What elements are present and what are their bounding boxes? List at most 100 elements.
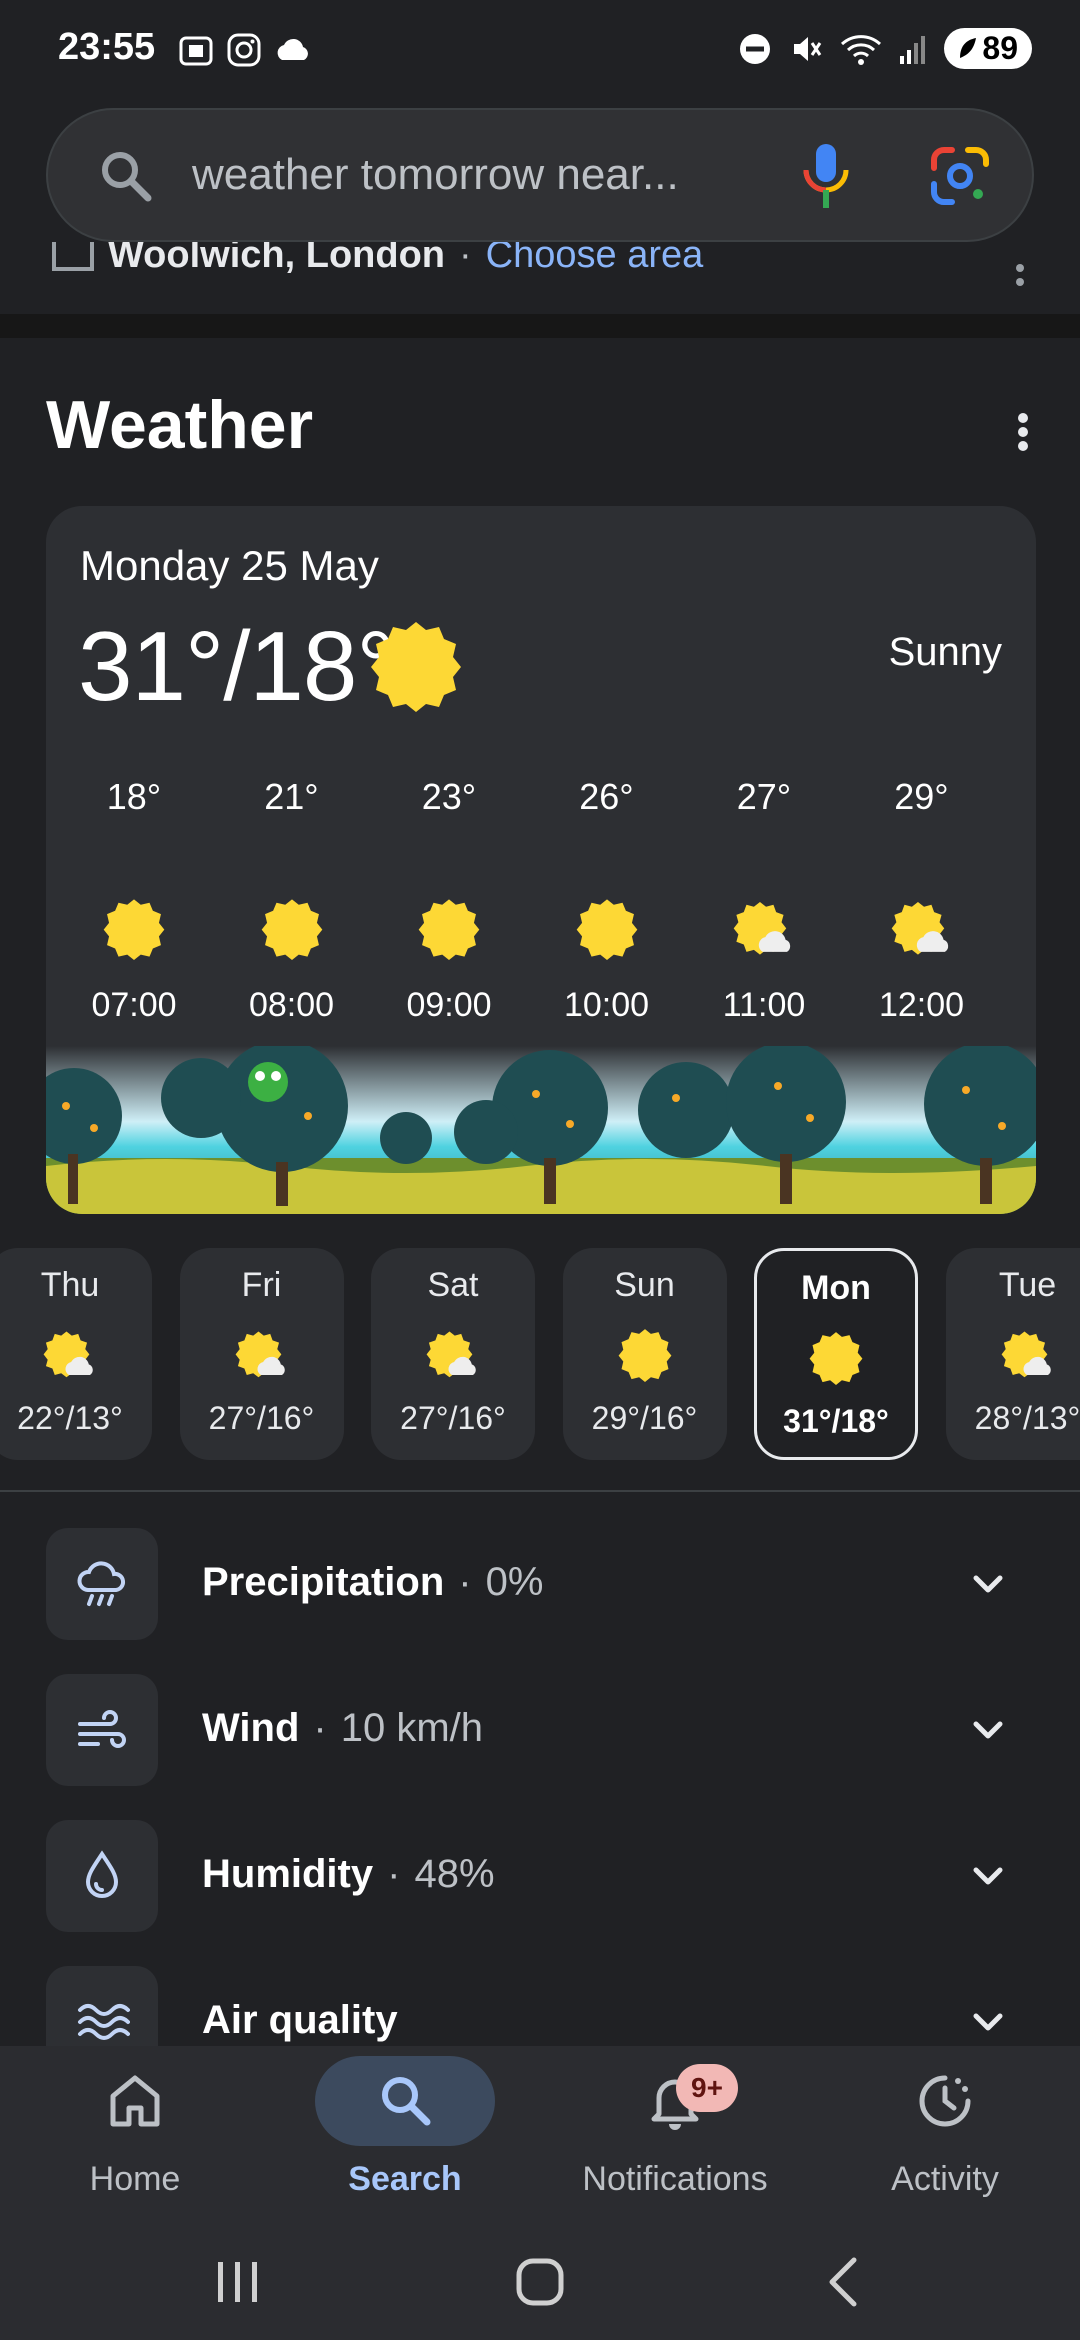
detail-separator: ·: [458, 1560, 472, 1604]
nav-home-label: Home: [89, 2160, 181, 2198]
location-separator: ·: [459, 242, 472, 276]
screenshot-icon: [179, 36, 213, 66]
sun-cloud-icon: [180, 1328, 344, 1382]
hourly-temp: 29°: [894, 776, 949, 817]
day-card-tue[interactable]: Tue 28°/13°: [945, 1248, 1080, 1460]
location-more-icon[interactable]: [1014, 260, 1026, 295]
daily-divider: [0, 1490, 1080, 1492]
detail-label: Humidity: [202, 1852, 374, 1896]
weather-illustration: [46, 1040, 1036, 1214]
rain-cloud-icon: [46, 1528, 158, 1640]
home-icon: [0, 2070, 270, 2132]
chevron-down-icon[interactable]: [968, 1856, 1008, 1901]
nav-notifications-label: Notifications: [582, 2160, 768, 2198]
detail-value: 10 km/h: [340, 1706, 484, 1750]
hourly-time: 10:00: [563, 986, 650, 1024]
sun-cloud-icon: [694, 898, 834, 960]
chevron-down-icon[interactable]: [968, 1710, 1008, 1755]
day-card-sun[interactable]: Sun 29°/16°: [562, 1248, 727, 1460]
hourly-item[interactable]: 23° 09:00: [379, 506, 519, 1046]
search-input[interactable]: weather tomorrow near...: [192, 150, 679, 200]
home-button-icon[interactable]: [510, 2252, 570, 2317]
weather-heading: Weather: [46, 387, 314, 463]
sun-icon: [222, 898, 362, 960]
day-card-mon[interactable]: Mon 31°/18°: [754, 1248, 918, 1460]
day-name: Mon: [801, 1269, 871, 1307]
sun-icon: [563, 1328, 727, 1382]
search-bar[interactable]: weather tomorrow near...: [46, 108, 1034, 242]
search-icon: [270, 2070, 540, 2132]
dnd-icon: [740, 33, 771, 64]
hourly-time: 09:00: [406, 986, 492, 1024]
day-card-thu[interactable]: Thu 22°/13°: [0, 1248, 152, 1460]
nav-notifications[interactable]: Notifications: [540, 2046, 810, 2246]
recent-apps-icon[interactable]: [212, 2252, 264, 2317]
status-bar: 23:55 89: [0, 0, 1080, 100]
battery-indicator: 89: [944, 28, 1032, 69]
search-icon: [98, 148, 154, 209]
hourly-temp: 21°: [264, 776, 319, 817]
day-name: Fri: [241, 1266, 282, 1304]
hourly-time: 12:00: [878, 986, 965, 1024]
day-card-sat[interactable]: Sat 27°/16°: [371, 1248, 535, 1460]
nav-home[interactable]: Home: [0, 2046, 270, 2246]
detail-row-wind[interactable]: Wind · 10 km/h: [0, 1674, 1080, 1788]
droplet-icon: [46, 1820, 158, 1932]
signal-icon: [900, 35, 926, 64]
section-divider: [0, 314, 1080, 338]
google-lens-icon[interactable]: [928, 144, 992, 213]
sun-cloud-icon: [371, 1328, 535, 1382]
detail-label: Precipitation: [202, 1560, 445, 1604]
hourly-item[interactable]: 29° 12:00: [852, 506, 992, 1046]
wifi-icon: [841, 34, 882, 65]
hourly-temp: 23°: [421, 776, 477, 817]
hourly-item[interactable]: 21° 08:00: [222, 506, 362, 1046]
day-card-fri[interactable]: Fri 27°/16°: [179, 1248, 344, 1460]
nav-activity[interactable]: Activity: [810, 2046, 1080, 2246]
day-temp-range: 22°/13°: [17, 1400, 123, 1436]
day-temp-range: 27°/16°: [400, 1400, 506, 1436]
hourly-time: 08:00: [248, 986, 335, 1024]
day-temp-range: 28°/13°: [974, 1400, 1080, 1436]
day-name: Tue: [998, 1266, 1057, 1304]
hourly-item[interactable]: 26° 10:00: [537, 506, 677, 1046]
day-name: Sat: [427, 1266, 479, 1304]
hourly-time: 07:00: [91, 986, 177, 1024]
day-temp-range: 29°/16°: [591, 1400, 698, 1436]
activity-icon: [810, 2070, 1080, 2132]
notification-badge: 9+: [676, 2064, 738, 2112]
hourly-item[interactable]: 18° 07:00: [64, 506, 204, 1046]
detail-separator: ·: [387, 1852, 401, 1896]
back-icon[interactable]: [818, 2252, 868, 2317]
nav-search[interactable]: Search: [270, 2046, 540, 2246]
chevron-down-icon[interactable]: [968, 2002, 1008, 2047]
daily-forecast[interactable]: Thu 22°/13° Fri 27°/16° Sat 27°/16° Sun 29°/16°…: [0, 1248, 1080, 1464]
wind-icon: [46, 1674, 158, 1786]
weather-cloud-icon: [277, 38, 308, 60]
location-name: Woolwich, London: [108, 242, 446, 276]
hourly-temp: 18°: [106, 776, 162, 817]
hourly-temp: 26°: [579, 776, 634, 817]
hourly-item[interactable]: 27° 11:00: [694, 506, 834, 1046]
day-name: Thu: [40, 1266, 100, 1304]
choose-area-link[interactable]: Choose area: [486, 242, 704, 277]
nav-activity-label: Activity: [891, 2160, 999, 2198]
status-system-icons: 89: [738, 28, 1032, 69]
sun-icon: [64, 898, 204, 960]
detail-label: Wind: [202, 1706, 300, 1750]
sun-cloud-icon: [946, 1328, 1080, 1382]
weather-more-options-icon[interactable]: [1016, 412, 1030, 457]
detail-value: 48%: [414, 1852, 495, 1896]
detail-row-precipitation[interactable]: Precipitation · 0%: [0, 1528, 1080, 1642]
mute-icon: [794, 36, 822, 61]
detail-row-humidity[interactable]: Humidity · 48%: [0, 1820, 1080, 1934]
weather-card: Monday 25 May 31°/18° Sunny 18° 07:00 21° 0…: [46, 506, 1036, 1214]
location-bar: Woolwich, London · Choose area: [0, 242, 1080, 314]
chevron-down-icon[interactable]: [968, 1564, 1008, 1609]
mic-icon[interactable]: [800, 140, 852, 219]
detail-separator: ·: [313, 1706, 327, 1750]
status-time: 23:55: [58, 26, 156, 68]
hourly-time: 11:00: [722, 986, 806, 1024]
battery-level: 89: [982, 30, 1018, 66]
battery-leaf-icon: [960, 37, 977, 58]
